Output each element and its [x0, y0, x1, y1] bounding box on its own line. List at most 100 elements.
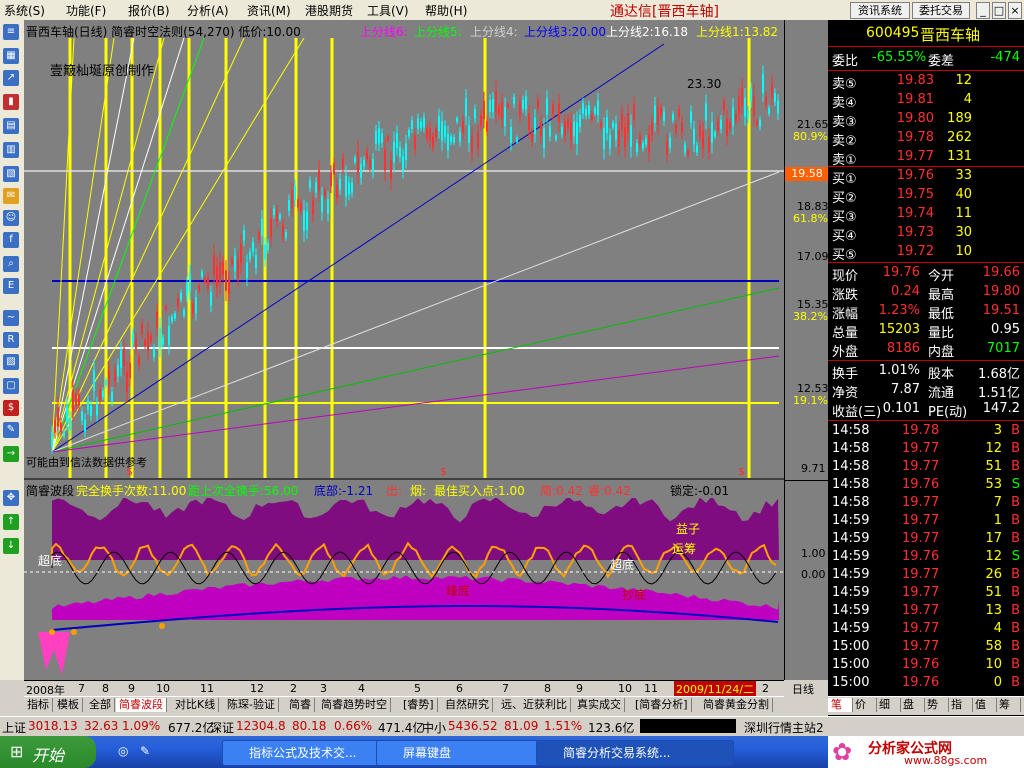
task-keyboard[interactable]: 屏幕键盘: [376, 740, 544, 766]
arrow-down-icon[interactable]: ↓: [3, 538, 19, 554]
chart-icon[interactable]: ▨: [3, 354, 19, 370]
tab-jianrui-band[interactable]: 简睿波段: [116, 698, 167, 712]
users-icon[interactable]: ☺: [3, 210, 19, 226]
menu-system[interactable]: 系统(S): [4, 2, 45, 19]
candle-body: [684, 144, 686, 153]
bids-row[interactable]: 买① 19.76 33: [828, 168, 1024, 187]
candle-body: [225, 270, 227, 291]
report-icon[interactable]: ▤: [3, 118, 19, 134]
bids-row[interactable]: 买② 19.75 40: [828, 187, 1024, 206]
asks-row[interactable]: 卖③ 19.80 189: [828, 111, 1024, 130]
quote-tab-chips[interactable]: 筹: [996, 698, 1021, 712]
asks-row[interactable]: 卖⑤ 19.83 12: [828, 73, 1024, 92]
quicklaunch-icon[interactable]: ✎: [140, 744, 150, 758]
candle-body: [96, 402, 98, 416]
quote-tab-index[interactable]: 指: [948, 698, 973, 712]
quote-tab-detail[interactable]: 细: [876, 698, 901, 712]
trade-button[interactable]: 委托交易: [912, 2, 970, 19]
quote-tab-book[interactable]: 盘: [900, 698, 925, 712]
info-system-button[interactable]: 资讯系统: [850, 2, 910, 19]
dollar-icon[interactable]: $: [3, 400, 19, 416]
candle-body: [54, 420, 56, 433]
menu-analysis[interactable]: 分析(A): [187, 2, 229, 19]
rsi-icon[interactable]: R: [3, 332, 19, 348]
arrow-up-icon[interactable]: ↑: [3, 514, 19, 530]
stat2-row: 净资 7.87 流通 1.51亿: [828, 382, 1024, 401]
tab-natural-research[interactable]: 自然研究: [442, 698, 493, 712]
activity-meter: [640, 719, 736, 733]
trend-icon[interactable]: ↗: [3, 70, 19, 86]
tick-side: B: [1011, 531, 1020, 546]
asks-row[interactable]: 卖① 19.77 131: [828, 149, 1024, 168]
window-icon[interactable]: ▢: [3, 378, 19, 394]
bids-row[interactable]: 买③ 19.74 11: [828, 206, 1024, 225]
tab-real-deals[interactable]: 真实成交: [574, 698, 625, 712]
tab-template[interactable]: 模板: [54, 698, 83, 712]
search-icon[interactable]: ⌕: [3, 256, 19, 272]
close-button[interactable]: ×: [1008, 2, 1022, 19]
restore-button[interactable]: □: [992, 2, 1006, 19]
bids-row[interactable]: 买⑤ 19.72 10: [828, 244, 1024, 263]
tab-jianrui-analysis[interactable]: [简睿分析]: [632, 698, 692, 712]
move-icon[interactable]: ✥: [3, 490, 19, 506]
start-button[interactable]: ⊞ 开始: [0, 736, 96, 768]
quote-tab-price[interactable]: 价: [852, 698, 877, 712]
task-formula[interactable]: 指标公式及技术交...: [222, 740, 386, 766]
stat-label: 现价: [832, 269, 859, 284]
price-tick: 9.71: [801, 462, 826, 475]
quote-tab-trend[interactable]: 势: [924, 698, 949, 712]
candle-body: [111, 391, 113, 402]
etf-icon[interactable]: E: [3, 278, 19, 294]
candle-body: [141, 323, 143, 335]
tab-jianrui[interactable]: 简睿: [286, 698, 315, 712]
candle-body: [630, 125, 632, 147]
candle-body: [282, 224, 284, 237]
exit-icon[interactable]: →: [3, 446, 19, 462]
grid-icon[interactable]: ▦: [3, 48, 19, 64]
kline-chart[interactable]: 晋西车轴(日线) 简睿时空法则(54,270) 低价:10.00 上分线6: 上…: [24, 20, 784, 680]
wave-icon[interactable]: ~: [3, 310, 19, 326]
bids-row[interactable]: 买④ 19.73 30: [828, 225, 1024, 244]
formula-icon[interactable]: f: [3, 232, 19, 248]
indicator-label-5: 抄底: [622, 588, 647, 602]
table-icon[interactable]: ▥: [3, 142, 19, 158]
asks-row[interactable]: 卖④ 19.81 4: [828, 92, 1024, 111]
tick-side: B: [1011, 603, 1020, 618]
tab-indicator[interactable]: 指标: [24, 698, 53, 712]
menu-function[interactable]: 功能(F): [66, 2, 106, 19]
tab-trend-spacetime[interactable]: 简睿趋势时空: [318, 698, 391, 712]
chart-canvas[interactable]: [24, 20, 784, 680]
tick-price: 19.77: [902, 639, 940, 654]
menu-info[interactable]: 资讯(M): [247, 2, 291, 19]
menu-hk-futures[interactable]: 港股期货: [305, 2, 353, 19]
candle-body: [363, 159, 365, 167]
weicha-value: -474: [990, 50, 1020, 65]
tab-compare-kline[interactable]: 对比K线: [172, 698, 220, 712]
candle-body: [399, 146, 401, 158]
menu-quote[interactable]: 报价(B): [128, 2, 170, 19]
candle-body: [591, 114, 593, 120]
list-icon[interactable]: ≡: [3, 24, 19, 40]
tab-golden-section[interactable]: 简睿黄金分割: [700, 698, 773, 712]
tab-all[interactable]: 全部: [86, 698, 115, 712]
candle-body: [573, 121, 575, 137]
menu-tools[interactable]: 工具(V): [367, 2, 409, 19]
tool-icon[interactable]: ✎: [3, 422, 19, 438]
left-toolbar: ≡ ▦ ↗ ▮ ▤ ▥ ▧ ✉ ☺ f ⌕ E ~ R ▨ ▢ $ ✎ → ✥ …: [0, 20, 25, 680]
tick-side: S: [1011, 549, 1020, 564]
tab-verify[interactable]: 陈琛-验证: [224, 698, 279, 712]
doc-icon[interactable]: ▧: [3, 166, 19, 182]
asks-row[interactable]: 卖② 19.78 262: [828, 130, 1024, 149]
quote-tab-value[interactable]: 值: [972, 698, 997, 712]
quote-tab-trades[interactable]: 笔: [828, 698, 853, 712]
mail-icon[interactable]: ✉: [3, 188, 19, 204]
tab-profit-ratio[interactable]: 远、近获利比: [498, 698, 571, 712]
period-label[interactable]: 日线: [792, 681, 814, 697]
minimize-button[interactable]: _: [976, 2, 990, 19]
quicklaunch-icon[interactable]: ◎: [118, 744, 128, 758]
flower-logo-icon: ✿: [832, 738, 853, 766]
tab-ruishi[interactable]: [睿势]: [400, 698, 438, 712]
task-jianrui[interactable]: 简睿分析交易系统...: [536, 740, 734, 766]
kline-icon[interactable]: ▮: [3, 94, 19, 110]
menu-help[interactable]: 帮助(H): [425, 2, 467, 19]
